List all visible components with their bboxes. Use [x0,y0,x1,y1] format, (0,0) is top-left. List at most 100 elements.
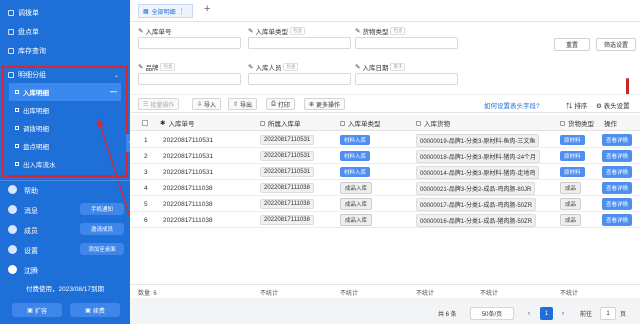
expand-button[interactable]: ▣ 扩容 [12,303,62,317]
filter-input-brand[interactable] [138,73,241,85]
view-detail-button[interactable]: 查看详情 [602,198,633,210]
goto-suffix: 页 [620,312,627,318]
view-detail-button[interactable]: 查看详情 [602,182,633,194]
gear-icon [8,245,17,254]
filter-label-goods-type: ✎ 货物类型 包含 [355,26,406,36]
table-row[interactable]: 1 20220817110531 20220817110531 材料入库 000… [130,132,640,148]
filter-settings-button[interactable]: 筛选设置 [596,38,636,51]
prev-page-icon[interactable]: ‹ [524,307,534,320]
members-icon [8,225,17,234]
filter-input-date[interactable] [355,73,458,85]
help-link[interactable]: 帮助 [24,186,38,196]
stat-cell[interactable]: 不统计 [340,288,358,297]
main-area: ▦ 全部明细 ⋮ + ✎ 入库单号 ✎ 入库单类型 包含 ✎ 货物类型 包含 重置 筛选设置 … [130,0,640,324]
view-detail-button[interactable]: 查看详情 [602,150,633,162]
filter-label-date: ✎ 入库日期 等于 [355,62,406,72]
help-icon [8,185,17,194]
tag-type-icon [340,120,345,126]
pagination: 共 6 条 50条/页 ‹ 1 › 前往 1 页 [130,302,640,324]
sort-button[interactable]: ⇅ 排序 [566,100,587,110]
phone-notify-button[interactable]: 手机通知 [80,203,124,215]
more-vert-icon[interactable]: ⋮ [179,8,185,15]
link-type-icon [416,120,421,126]
export-button[interactable]: ⇧ 导出 [228,98,258,110]
messages-link[interactable]: 消息 [24,206,38,216]
table-header: ✱ 入库单号 所属入库单 入库单类型 入库货物 货物类型 操作 [130,115,640,131]
add-tab-button[interactable]: + [204,3,210,15]
renew-icon: ▣ [85,307,91,314]
filter-input-operator[interactable] [248,73,351,85]
avatar[interactable] [8,265,17,274]
stat-cell[interactable]: 不统计 [416,288,434,297]
stat-cell[interactable]: 不统计 [480,288,498,297]
goto-input[interactable]: 1 [600,307,616,320]
message-icon [8,205,17,214]
table-row[interactable]: 6 20220817111038 20220817111038 成品入库 000… [130,212,640,228]
col-order-type[interactable]: 入库单类型 [340,115,381,131]
filter-label-order-type: ✎ 入库单类型 包含 [248,26,305,36]
user-name: 沈腾 [24,268,38,275]
filter-label-order-no: ✎ 入库单号 [138,28,172,36]
view-detail-button[interactable]: 查看详情 [602,214,633,226]
tab-all-details[interactable]: ▦ 全部明细 ⋮ [138,4,193,18]
annotation-arrow [97,118,135,231]
tab-bar: ▦ 全部明细 ⋮ + [130,0,640,22]
current-page[interactable]: 1 [540,307,553,320]
col-goods[interactable]: 入库货物 [416,115,450,131]
toolbar: ☰ 批量操作 ⇩ 导入 ⇧ 导出 ⎙ 打印 ⊕ 更多操作 如何设置表头字段? ⇅ 排序 ⚙… [130,94,640,112]
expand-icon: ▣ [27,307,33,314]
batch-icon: ☰ [143,101,149,108]
table-row[interactable]: 4 20220817111038 20220817111038 成品入库 000… [130,180,640,196]
next-page-icon[interactable]: › [558,307,568,320]
required-star: ✱ [160,120,166,127]
summary-row: 数量: 6 不统计 不统计 不统计 不统计 不统计 [130,284,640,298]
export-icon: ⇧ [233,101,239,108]
tag-type-icon [560,120,565,126]
filter-input-order-no[interactable] [138,37,241,49]
filter-input-goods-type[interactable] [355,37,458,49]
table-row[interactable]: 2 20220817110531 20220817110531 材料入库 000… [130,148,640,164]
header-settings-button[interactable]: ⚙ 表头设置 [596,100,630,110]
filter-icon: ✎ [138,64,144,71]
reset-button[interactable]: 重置 [554,38,590,51]
count-summary[interactable]: 数量: 6 [138,288,157,297]
import-button[interactable]: ⇩ 导入 [192,98,222,110]
more-icon: ⊕ [309,101,315,108]
table-icon: ▦ [143,8,149,15]
filter-label-operator: ✎ 入库人员 包含 [248,62,299,72]
filter-input-order-type[interactable] [248,37,351,49]
filter-panel: ✎ 入库单号 ✎ 入库单类型 包含 ✎ 货物类型 包含 重置 筛选设置 ✎ 品牌 包含 ✎ 入库… [130,22,640,108]
batch-ops-button[interactable]: ☰ 批量操作 [138,98,180,110]
divider [0,180,130,181]
table-row[interactable]: 5 20220817111038 20220817111038 成品入库 000… [130,196,640,212]
filter-icon: ✎ [355,64,361,71]
col-order-no[interactable]: ✱ 入库单号 [160,115,194,131]
gear-icon: ⚙ [596,103,604,110]
members-link[interactable]: 成员 [24,226,38,236]
page-size-select[interactable]: 50条/页 [470,307,514,320]
sidebar: 调拨单 盘点单 库存查询 明细分组 ⌄ 入库明细 — 出库明细 调拨明细 盘点明细 … [0,0,135,324]
table-row[interactable]: 3 20220817110531 20220817110531 材料入库 000… [130,164,640,180]
renew-button[interactable]: ▣ 续费 [70,303,120,317]
col-parent-order[interactable]: 所属入库单 [260,115,301,131]
header-help-link[interactable]: 如何设置表头字段? [484,100,540,110]
view-detail-button[interactable]: 查看详情 [602,134,633,146]
import-icon: ⇩ [197,101,203,108]
total-count: 共 6 条 [438,312,457,318]
select-all-checkbox[interactable] [142,120,148,126]
plan-status: 付费使用，2023/08/17到期 [25,286,105,293]
invite-member-button[interactable]: 邀请成员 [80,223,124,235]
view-detail-button[interactable]: 查看详情 [602,166,633,178]
add-to-desktop-button[interactable]: 添加至桌面 [80,243,124,255]
filter-label-brand: ✎ 品牌 包含 [138,62,176,72]
filter-icon: ✎ [355,28,361,35]
settings-link[interactable]: 设置 [24,246,38,256]
print-icon: ⎙ [271,100,276,107]
stat-cell[interactable]: 不统计 [260,288,278,297]
print-button[interactable]: ⎙ 打印 [266,98,295,110]
data-table: ✱ 入库单号 所属入库单 入库单类型 入库货物 货物类型 操作 1 2022081… [130,112,640,284]
search-icon: ✎ [138,28,144,35]
col-goods-type[interactable]: 货物类型 [560,115,594,131]
stat-cell[interactable]: 不统计 [560,288,578,297]
more-ops-button[interactable]: ⊕ 更多操作 [304,98,346,110]
